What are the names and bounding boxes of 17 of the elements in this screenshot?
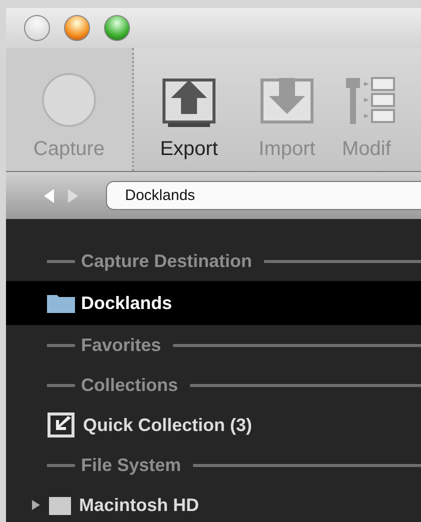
collection-icon	[47, 412, 77, 438]
section-header: Collections	[81, 374, 178, 396]
section-header: Capture Destination	[81, 250, 252, 272]
back-arrow-icon[interactable]	[44, 188, 54, 202]
disclosure-triangle-icon[interactable]	[31, 500, 41, 510]
folder-icon	[47, 293, 75, 313]
forward-arrow-icon[interactable]	[68, 188, 78, 202]
circle-icon	[41, 72, 97, 128]
source-list-item[interactable]: Docklands	[6, 281, 421, 325]
path-field[interactable]: Docklands	[106, 181, 421, 210]
section-header: Favorites	[81, 334, 162, 356]
section-header: File System	[81, 454, 182, 476]
source-list-item[interactable]: Quick Collection (3)	[6, 405, 421, 445]
source-list-item[interactable]: Macintosh HD	[6, 485, 421, 522]
minimize-button[interactable]	[64, 15, 90, 41]
export-button[interactable]: Export	[140, 48, 238, 171]
zoom-button[interactable]	[104, 15, 130, 41]
